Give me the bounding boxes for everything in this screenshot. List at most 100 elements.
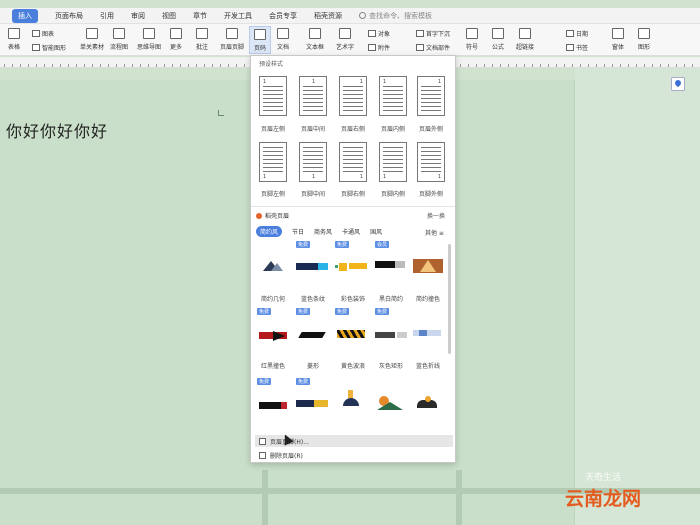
document-gutter <box>575 68 700 525</box>
design-thumb[interactable] <box>411 378 445 418</box>
swap-button[interactable]: 换一换 <box>427 211 445 220</box>
menu-resources[interactable]: 稻壳资源 <box>314 11 342 21</box>
preset-footer-inside[interactable]: 1 <box>379 142 407 182</box>
preset-label: 页眉左侧 <box>260 126 285 133</box>
flowchart-icon <box>113 28 125 39</box>
preset-header-right[interactable]: 1 <box>339 76 367 116</box>
smart-graphic-button[interactable]: 智能图形 <box>32 43 66 52</box>
document-body-text[interactable]: 你好你好你好 <box>6 118 108 142</box>
design-thumb[interactable]: 会员 <box>375 241 409 281</box>
table-button[interactable]: 表格 <box>8 26 20 54</box>
header-footer-button[interactable]: 页眉页脚 <box>220 26 244 54</box>
menu-member[interactable]: 会员专享 <box>269 11 297 21</box>
document-button[interactable]: 文档 <box>277 26 289 54</box>
date-button[interactable]: 日期 <box>566 29 588 38</box>
graphic-button[interactable]: 图形 <box>638 26 650 54</box>
preset-label: 页眉中间 <box>300 126 325 133</box>
menu-insert[interactable]: 插入 <box>12 8 38 23</box>
design-thumb[interactable]: 免费 <box>296 378 330 418</box>
more-icon <box>170 28 182 39</box>
mindmap-button[interactable]: 思维导图 <box>137 26 161 54</box>
tab-festival[interactable]: 节日 <box>292 227 304 236</box>
premium-section-title: 稻壳页眉 <box>256 211 289 220</box>
category-tabs: 简约风 节日 商务风 卡通风 国风 <box>256 226 392 237</box>
preset-label: 页眉右侧 <box>340 126 365 133</box>
preset-label: 页眉外侧 <box>418 126 443 133</box>
design-thumb[interactable] <box>335 378 369 418</box>
table-icon <box>8 28 20 39</box>
design-thumb[interactable]: 免费 <box>375 308 409 348</box>
tab-business[interactable]: 商务风 <box>314 227 332 236</box>
preset-footer-right[interactable]: 1 <box>339 142 367 182</box>
menu-references[interactable]: 引用 <box>100 11 114 21</box>
attachment-button[interactable]: 附件 <box>368 43 390 52</box>
textbox-button[interactable]: 文本框 <box>306 26 324 54</box>
search-command[interactable]: 查找命令、搜索模板 <box>359 11 432 21</box>
margin-corner-mark <box>218 110 224 116</box>
chart-button[interactable]: 图表 <box>32 29 54 38</box>
flowchart-button[interactable]: 流程图 <box>110 26 128 54</box>
design-thumb[interactable] <box>411 308 445 348</box>
design-label: 红黑撞色 <box>260 363 285 370</box>
preset-footer-center[interactable]: 1 <box>299 142 327 182</box>
docer-logo-icon <box>256 212 262 219</box>
material-button[interactable]: 单关素材 <box>80 26 104 54</box>
delete-header-command[interactable]: 删除页眉(R) <box>255 449 453 461</box>
form-button[interactable]: 窗体 <box>612 26 624 54</box>
menu-section[interactable]: 章节 <box>193 11 207 21</box>
preset-header-outside[interactable]: 1 <box>417 76 445 116</box>
drop-cap-button[interactable]: 首字下沉 <box>416 29 450 38</box>
tab-chinese[interactable]: 国风 <box>370 227 382 236</box>
design-label: 蓝色折线 <box>415 363 440 370</box>
graphic-icon <box>638 28 650 39</box>
more-button[interactable]: 更多 <box>170 26 182 54</box>
header-footer-icon <box>226 28 238 39</box>
search-placeholder: 查找命令、搜索模板 <box>369 11 432 20</box>
divider <box>251 206 455 207</box>
header-footer-dropdown: 预设样式 1 1 1 1 1 页眉左侧 页眉中间 页眉右侧 页眉内侧 页眉外侧 … <box>250 55 456 463</box>
document-icon <box>277 28 289 39</box>
formula-button[interactable]: 公式 <box>492 26 504 54</box>
design-thumb[interactable] <box>375 378 409 418</box>
search-icon <box>359 12 366 19</box>
preset-header-left[interactable]: 1 <box>259 76 287 116</box>
doc-parts-button[interactable]: 文档部件 <box>416 43 450 52</box>
tab-cartoon[interactable]: 卡通风 <box>342 227 360 236</box>
design-thumb[interactable]: 免费 <box>257 308 291 348</box>
preset-header-center[interactable]: 1 <box>299 76 327 116</box>
header-footer-icon <box>259 437 266 445</box>
preset-label: 页脚左侧 <box>260 191 285 198</box>
design-thumb[interactable] <box>257 241 291 281</box>
preset-footer-left[interactable]: 1 <box>259 142 287 182</box>
preset-header-inside[interactable]: 1 <box>379 76 407 116</box>
menu-page-layout[interactable]: 页面布局 <box>55 11 83 21</box>
design-thumb[interactable]: 免费 <box>257 378 291 418</box>
wordart-icon <box>339 28 351 39</box>
design-thumb[interactable]: 免费 <box>335 308 369 348</box>
preset-label: 页脚中间 <box>300 191 325 198</box>
preset-footer-outside[interactable]: 1 <box>417 142 445 182</box>
symbol-button[interactable]: 符号 <box>466 26 478 54</box>
ribbon: 表格 图表 智能图形 单关素材 流程图 思维导图 更多 批注 页眉页脚 页码 文… <box>0 24 700 56</box>
menu-view[interactable]: 视图 <box>162 11 176 21</box>
tab-simple[interactable]: 简约风 <box>256 226 283 237</box>
comment-icon <box>196 28 208 39</box>
hyperlink-icon <box>519 28 531 39</box>
design-thumb[interactable] <box>411 241 445 281</box>
comment-button[interactable]: 批注 <box>196 26 208 54</box>
design-list-scrollbar[interactable] <box>448 244 451 354</box>
design-thumb[interactable]: 免费 <box>335 241 369 281</box>
bookmark-icon <box>566 44 574 51</box>
preset-section-title: 预设样式 <box>259 61 284 68</box>
location-pin-icon[interactable] <box>671 77 685 91</box>
object-button[interactable]: 对象 <box>368 29 390 38</box>
bookmark-button[interactable]: 书签 <box>566 43 588 52</box>
hyperlink-button[interactable]: 超链接 <box>516 26 534 54</box>
design-thumb[interactable]: 免费 <box>296 241 330 281</box>
wordart-button[interactable]: 艺术字 <box>336 26 354 54</box>
page-number-button[interactable]: 页码 <box>249 26 271 54</box>
design-thumb[interactable]: 免费 <box>296 308 330 348</box>
menu-review[interactable]: 审阅 <box>131 11 145 21</box>
menu-developer[interactable]: 开发工具 <box>224 11 252 21</box>
more-categories-button[interactable]: 其他 ≡ <box>425 228 444 237</box>
